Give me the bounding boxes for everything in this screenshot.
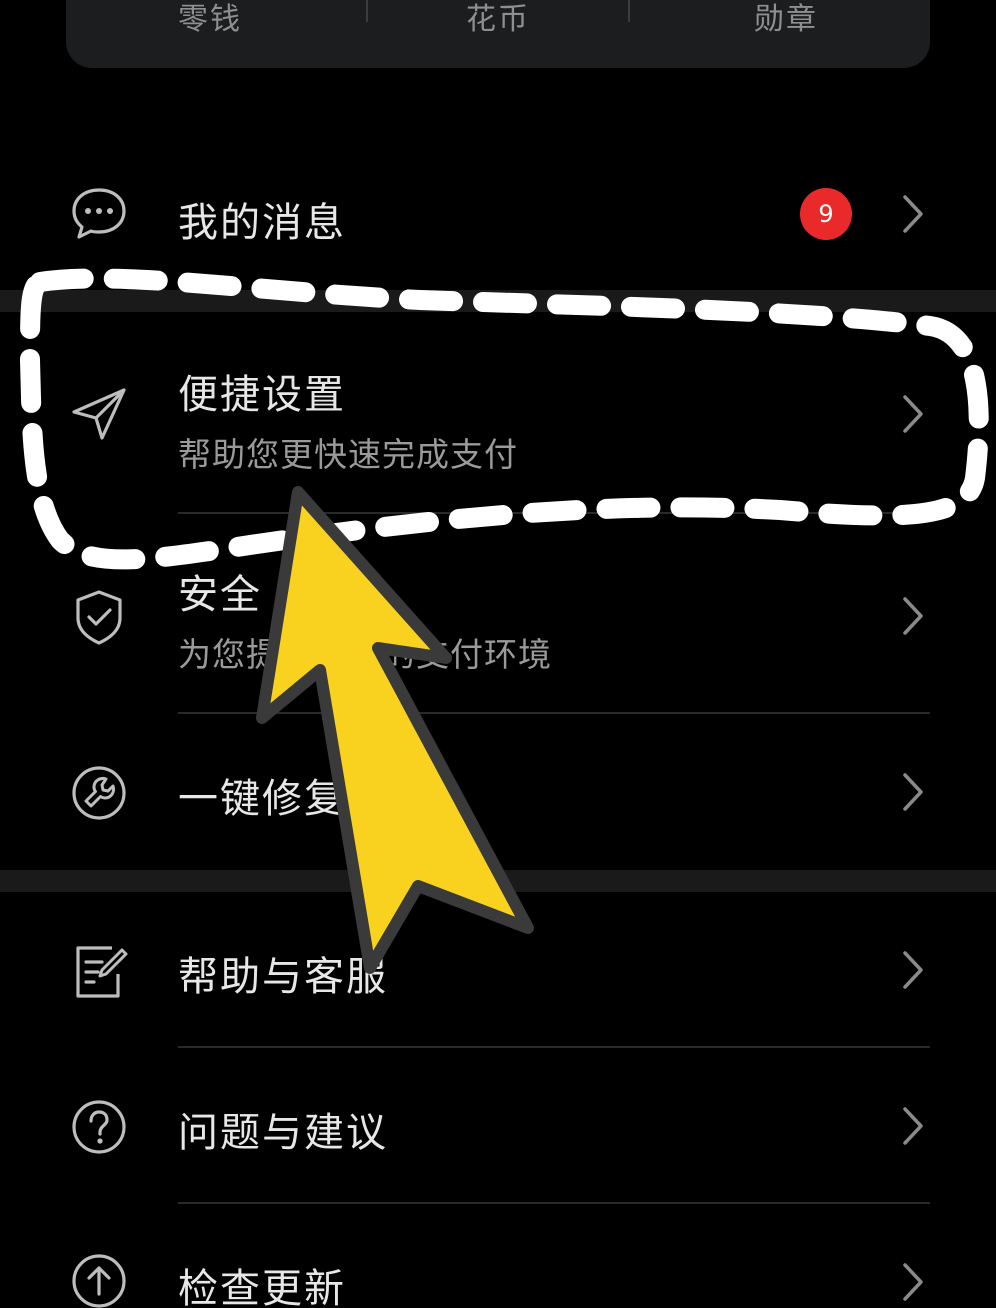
security-subtitle: 为您提供安全的支付环境: [178, 635, 552, 674]
menu-item-help-service[interactable]: 帮助与客服: [0, 892, 996, 1046]
chevron-right-icon: [896, 1260, 930, 1304]
section-divider: [0, 290, 996, 312]
chevron-right-icon: [896, 948, 930, 992]
balance-card: 零钱 花币 勋章: [66, 0, 930, 68]
shield-check-icon: [68, 586, 130, 648]
wallet-settings-screen: 零钱 花币 勋章 我的消息 9 便捷设置 帮助您更快速完成支付 安全 为您提供安…: [0, 0, 996, 1308]
one-click-repair-label: 一键修复: [178, 776, 346, 822]
feedback-label: 问题与建议: [178, 1110, 388, 1156]
menu-item-check-update[interactable]: 检查更新: [0, 1204, 996, 1308]
menu-item-feedback[interactable]: 问题与建议: [0, 1048, 996, 1202]
section-divider: [0, 870, 996, 892]
send-icon: [68, 382, 130, 444]
menu-item-security[interactable]: 安全 为您提供安全的支付环境: [0, 514, 996, 712]
quick-settings-subtitle: 帮助您更快速完成支付: [178, 435, 518, 474]
chevron-right-icon: [896, 192, 930, 236]
question-icon: [68, 1096, 130, 1158]
tab-separator: [628, 0, 630, 22]
chat-bubble-icon: [68, 182, 130, 244]
menu-item-one-click-repair[interactable]: 一键修复: [0, 714, 996, 870]
tab-medals[interactable]: 勋章: [642, 0, 930, 38]
quick-settings-label: 便捷设置: [178, 372, 346, 418]
chevron-right-icon: [896, 770, 930, 814]
arrow-up-circle-icon: [68, 1250, 130, 1308]
check-update-label: 检查更新: [178, 1266, 346, 1308]
tab-change[interactable]: 零钱: [66, 0, 354, 38]
messages-label: 我的消息: [178, 200, 346, 246]
unread-badge: 9: [800, 188, 852, 240]
menu-item-quick-settings[interactable]: 便捷设置 帮助您更快速完成支付: [0, 312, 996, 512]
chevron-right-icon: [896, 1104, 930, 1148]
help-service-label: 帮助与客服: [178, 954, 388, 1000]
security-label: 安全: [178, 572, 262, 618]
edit-document-icon: [68, 940, 130, 1002]
chevron-right-icon: [896, 594, 930, 638]
menu-item-messages[interactable]: 我的消息 9: [0, 150, 996, 280]
repair-wrench-icon: [68, 762, 130, 824]
tab-coins[interactable]: 花币: [354, 0, 642, 38]
chevron-right-icon: [896, 392, 930, 436]
